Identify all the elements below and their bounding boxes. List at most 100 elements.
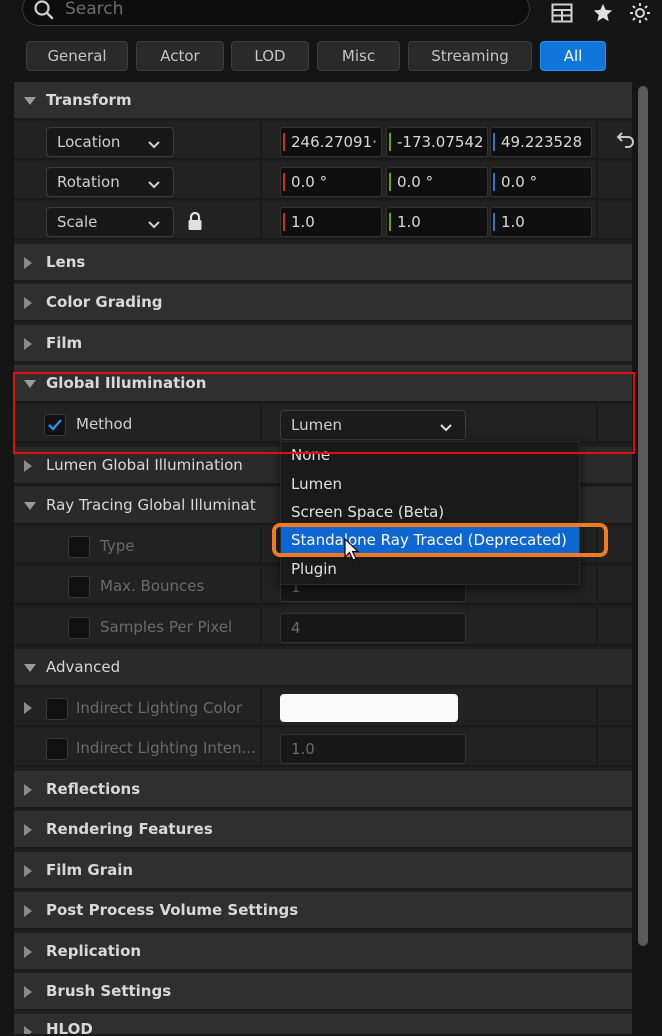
category-replication[interactable]: Replication	[14, 933, 632, 971]
expand-arrow-icon	[24, 338, 32, 350]
category-label: Global Illumination	[46, 374, 207, 392]
category-lens[interactable]: Lens	[14, 244, 632, 282]
chevron-down-icon	[147, 216, 161, 234]
scrollbar-thumb[interactable]	[638, 86, 648, 946]
max-bounces-label: Max. Bounces	[100, 577, 205, 595]
expand-arrow-icon	[24, 380, 36, 388]
category-post-process[interactable]: Post Process Volume Settings	[14, 892, 632, 930]
search-input[interactable]	[63, 0, 507, 21]
category-label: Post Process Volume Settings	[46, 901, 299, 919]
search-box[interactable]	[22, 0, 530, 26]
expand-arrow-icon	[24, 664, 36, 672]
scale-label: Scale	[57, 213, 98, 231]
type-checkbox[interactable]	[68, 536, 90, 558]
reset-arrow-icon[interactable]	[616, 130, 636, 152]
category-label: Replication	[46, 942, 142, 960]
indirect-color-checkbox[interactable]	[46, 698, 68, 720]
expand-arrow-icon	[24, 97, 36, 105]
location-y-input[interactable]: -173.07542	[386, 127, 488, 157]
expand-arrow-icon	[24, 297, 32, 309]
gear-icon[interactable]	[626, 0, 654, 26]
chevron-down-icon	[147, 136, 161, 154]
category-label: Transform	[46, 91, 132, 109]
expand-arrow-icon	[24, 502, 36, 510]
expand-arrow-icon[interactable]	[24, 702, 32, 714]
mouse-cursor-icon	[344, 537, 360, 566]
tab-all[interactable]: All	[540, 41, 606, 71]
expand-arrow-icon	[24, 784, 32, 796]
max-bounces-checkbox[interactable]	[68, 576, 90, 598]
option-none[interactable]: None	[281, 444, 579, 466]
category-transform[interactable]: Transform	[14, 82, 632, 120]
option-standalone-ray-traced[interactable]: Standalone Ray Traced (Deprecated)	[281, 527, 579, 553]
scale-mode-dropdown[interactable]: Scale	[46, 207, 174, 237]
option-lumen[interactable]: Lumen	[281, 471, 579, 497]
expand-arrow-icon	[24, 986, 32, 998]
category-brush-settings[interactable]: Brush Settings	[14, 973, 632, 1011]
star-icon[interactable]	[589, 0, 617, 26]
location-z-input[interactable]: 49.223528	[490, 127, 592, 157]
indirect-color-label: Indirect Lighting Color	[76, 699, 243, 717]
checkmark-icon	[48, 419, 62, 431]
indirect-intensity-input[interactable]: 1.0	[280, 734, 466, 764]
category-rendering-features[interactable]: Rendering Features	[14, 811, 632, 849]
expand-arrow-icon	[24, 824, 32, 836]
option-plugin[interactable]: Plugin	[281, 556, 579, 582]
category-label: Lens	[46, 253, 86, 271]
lock-icon[interactable]	[186, 211, 204, 235]
property-indirect-color: Indirect Lighting Color	[14, 689, 632, 727]
property-indirect-intensity: Indirect Lighting Inten... 1.0	[14, 729, 632, 767]
expand-arrow-icon	[24, 1026, 32, 1034]
category-label: Lumen Global Illumination	[46, 456, 243, 474]
expand-arrow-icon	[24, 460, 32, 472]
table-icon[interactable]	[548, 0, 576, 26]
location-label: Location	[57, 133, 121, 151]
rotation-y-input[interactable]: 0.0 °	[386, 167, 488, 197]
indirect-intensity-checkbox[interactable]	[46, 738, 68, 760]
scale-y-input[interactable]: 1.0	[386, 207, 488, 237]
category-advanced[interactable]: Advanced	[14, 649, 632, 687]
search-icon	[33, 0, 55, 25]
method-dropdown[interactable]: Lumen	[280, 410, 466, 440]
tab-streaming[interactable]: Streaming	[408, 41, 532, 71]
category-label: HLOD	[46, 1020, 93, 1036]
option-screen-space[interactable]: Screen Space (Beta)	[281, 499, 579, 525]
property-scale: Scale 1.0 1.0 1.0	[14, 202, 632, 240]
samples-input[interactable]: 4	[280, 613, 466, 643]
rotation-mode-dropdown[interactable]: Rotation	[46, 167, 174, 197]
scale-z-input[interactable]: 1.0	[490, 207, 592, 237]
category-color-grading[interactable]: Color Grading	[14, 284, 632, 322]
type-label: Type	[100, 537, 135, 555]
chevron-down-icon	[147, 176, 161, 194]
category-hlod[interactable]: HLOD	[14, 1014, 632, 1036]
tab-actor[interactable]: Actor	[136, 41, 224, 71]
category-reflections[interactable]: Reflections	[14, 771, 632, 809]
expand-arrow-icon	[24, 865, 32, 877]
expand-arrow-icon	[24, 905, 32, 917]
property-location: Location 246.27091· -173.07542 49.223528	[14, 122, 634, 160]
category-label: Rendering Features	[46, 820, 213, 838]
expand-arrow-icon	[24, 946, 32, 958]
samples-checkbox[interactable]	[68, 617, 90, 639]
property-gi-method: Method Lumen	[14, 405, 632, 443]
tab-general[interactable]: General	[26, 41, 128, 71]
category-film[interactable]: Film	[14, 325, 632, 363]
indirect-color-swatch[interactable]	[280, 694, 458, 722]
category-film-grain[interactable]: Film Grain	[14, 852, 632, 890]
category-label: Film Grain	[46, 861, 134, 879]
rotation-x-input[interactable]: 0.0 °	[280, 167, 382, 197]
samples-label: Samples Per Pixel	[100, 618, 233, 636]
category-label: Color Grading	[46, 293, 163, 311]
method-override-checkbox[interactable]	[44, 414, 66, 436]
tab-lod[interactable]: LOD	[231, 41, 309, 71]
category-global-illumination[interactable]: Global Illumination	[14, 365, 632, 403]
category-label: Advanced	[46, 658, 121, 676]
expand-arrow-icon	[24, 257, 32, 269]
category-label: Brush Settings	[46, 982, 172, 1000]
scale-x-input[interactable]: 1.0	[280, 207, 382, 237]
tab-misc[interactable]: Misc	[317, 41, 400, 71]
rotation-z-input[interactable]: 0.0 °	[490, 167, 592, 197]
method-label: Method	[76, 415, 133, 433]
location-mode-dropdown[interactable]: Location	[46, 127, 174, 157]
location-x-input[interactable]: 246.27091·	[280, 127, 382, 157]
